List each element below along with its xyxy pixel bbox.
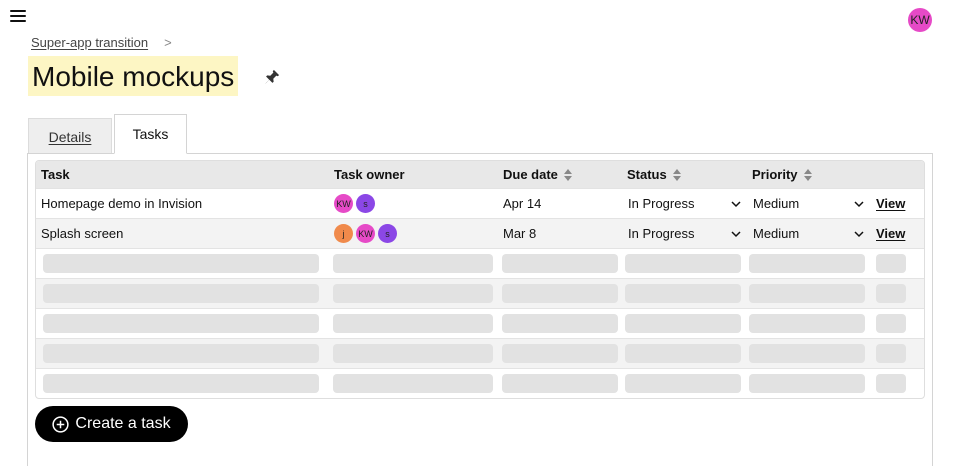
- skeleton-bar: [625, 314, 741, 333]
- skeleton-bar: [43, 254, 319, 273]
- skeleton-bar: [876, 344, 906, 363]
- priority-select[interactable]: Medium: [753, 219, 864, 248]
- skeleton-bar: [502, 254, 618, 273]
- skeleton-row: [36, 248, 924, 278]
- due-date: Apr 14: [503, 196, 542, 211]
- skeleton-bar: [333, 344, 493, 363]
- skeleton-bar: [749, 344, 865, 363]
- tab-bar: Details Tasks: [28, 114, 187, 154]
- column-header-priority[interactable]: Priority: [752, 161, 812, 188]
- task-owners: j KW s: [334, 219, 397, 248]
- column-header-task-owner: Task owner: [334, 167, 405, 182]
- chevron-down-icon: [854, 230, 864, 237]
- skeleton-bar: [43, 284, 319, 303]
- skeleton-bar: [749, 374, 865, 393]
- skeleton-bar: [625, 254, 741, 273]
- avatar[interactable]: KW: [334, 194, 353, 213]
- column-header-task: Task: [41, 167, 70, 182]
- view-link[interactable]: View: [876, 226, 905, 241]
- skeleton-bar: [502, 344, 618, 363]
- skeleton-bar: [625, 344, 741, 363]
- chevron-down-icon: [731, 200, 741, 207]
- table-row: Homepage demo in Invision KW s Apr 14 In…: [36, 188, 924, 218]
- status-value: In Progress: [628, 196, 695, 211]
- skeleton-bar: [333, 284, 493, 303]
- chevron-down-icon: [854, 200, 864, 207]
- tab-details[interactable]: Details: [28, 118, 112, 154]
- skeleton-bar: [749, 284, 865, 303]
- skeleton-bar: [625, 374, 741, 393]
- skeleton-bar: [502, 284, 618, 303]
- user-avatar[interactable]: KW: [908, 8, 932, 32]
- tab-details-label: Details: [48, 128, 92, 145]
- skeleton-bar: [749, 314, 865, 333]
- skeleton-bar: [749, 254, 865, 273]
- skeleton-bar: [876, 254, 906, 273]
- create-task-button[interactable]: Create a task: [35, 406, 188, 442]
- skeleton-bar: [876, 314, 906, 333]
- priority-value: Medium: [753, 196, 800, 211]
- page-title-highlight: Mobile mockups: [28, 56, 239, 96]
- task-name: Splash screen: [41, 226, 124, 241]
- tab-tasks-label: Tasks: [132, 126, 169, 142]
- tasks-table: Task Task owner Due date Status Priority…: [35, 160, 925, 399]
- skeleton-bar: [333, 374, 493, 393]
- skeleton-row: [36, 368, 924, 398]
- skeleton-bar: [502, 374, 618, 393]
- priority-value: Medium: [753, 226, 800, 241]
- skeleton-row: [36, 278, 924, 308]
- skeleton-bar: [876, 374, 906, 393]
- skeleton-bar: [625, 284, 741, 303]
- view-link[interactable]: View: [876, 196, 905, 211]
- sort-icon[interactable]: [803, 168, 812, 181]
- task-owners: KW s: [334, 189, 375, 218]
- skeleton-bar: [876, 284, 906, 303]
- skeleton-bar: [43, 344, 319, 363]
- breadcrumb-parent-link[interactable]: Super-app transition: [31, 35, 148, 50]
- column-header-due-date[interactable]: Due date: [503, 161, 572, 188]
- create-task-label: Create a task: [75, 415, 171, 432]
- avatar[interactable]: s: [378, 224, 397, 243]
- due-date: Mar 8: [503, 226, 537, 241]
- breadcrumb-separator-icon: >: [164, 35, 172, 50]
- skeleton-bar: [43, 314, 319, 333]
- priority-select[interactable]: Medium: [753, 189, 864, 218]
- pin-icon[interactable]: [263, 68, 281, 86]
- skeleton-bar: [333, 254, 493, 273]
- column-header-status[interactable]: Status: [627, 161, 681, 188]
- tab-tasks[interactable]: Tasks: [114, 114, 187, 154]
- skeleton-bar: [502, 314, 618, 333]
- avatar[interactable]: j: [334, 224, 353, 243]
- chevron-down-icon: [731, 230, 741, 237]
- plus-circle-icon: [52, 415, 70, 433]
- avatar[interactable]: s: [356, 194, 375, 213]
- table-row: Splash screen j KW s Mar 8 In Progress M…: [36, 218, 924, 248]
- skeleton-bar: [43, 374, 319, 393]
- skeleton-bar: [333, 314, 493, 333]
- menu-icon[interactable]: [10, 10, 26, 24]
- avatar[interactable]: KW: [356, 224, 375, 243]
- status-value: In Progress: [628, 226, 695, 241]
- skeleton-row: [36, 308, 924, 338]
- status-select[interactable]: In Progress: [628, 219, 741, 248]
- sort-icon[interactable]: [672, 168, 681, 181]
- page-title: Mobile mockups: [32, 61, 235, 92]
- task-name: Homepage demo in Invision: [41, 196, 203, 211]
- breadcrumb: Super-app transition >: [31, 35, 172, 50]
- status-select[interactable]: In Progress: [628, 189, 741, 218]
- table-header: Task Task owner Due date Status Priority: [36, 161, 924, 188]
- skeleton-row: [36, 338, 924, 368]
- sort-icon[interactable]: [563, 168, 572, 181]
